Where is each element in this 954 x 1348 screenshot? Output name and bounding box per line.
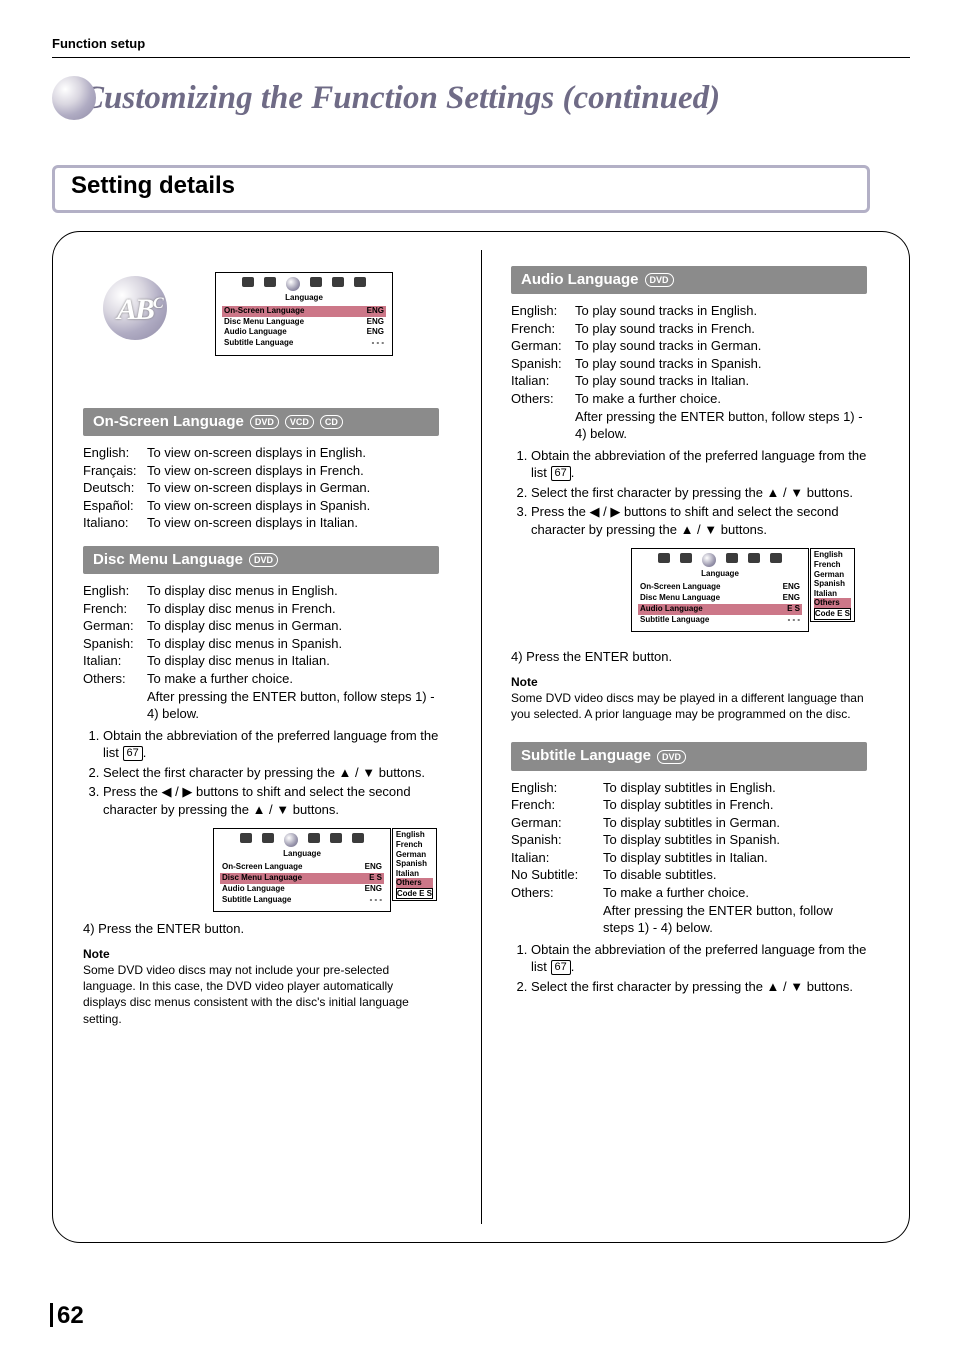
- intro-row: ABC Language On-Screen Language: [83, 252, 439, 368]
- mini-row: Subtitle Language- - -: [222, 338, 386, 349]
- menu-icon: [332, 277, 344, 287]
- page: Function setup Customizing the Function …: [0, 0, 954, 1348]
- audio-language-heading: Audio Language DVD: [511, 266, 867, 294]
- setting-details-box: Setting details: [52, 165, 870, 213]
- page-title-wrap: Customizing the Function Settings (conti…: [52, 76, 910, 117]
- disc-step4: 4) Press the ENTER button.: [83, 920, 439, 938]
- subtitle-steps: Obtain the abbreviation of the preferred…: [511, 941, 867, 996]
- mini-row: Disc Menu LanguageENG: [222, 317, 386, 328]
- vcd-tag-icon: VCD: [285, 415, 314, 429]
- cd-tag-icon: CD: [320, 415, 343, 429]
- section-kicker: Function setup: [52, 36, 910, 51]
- dvd-tag-icon: DVD: [645, 273, 674, 287]
- on-screen-language-list: English:To view on-screen displays in En…: [83, 444, 439, 532]
- menu-icon-selected: [286, 277, 300, 291]
- disc-menu-steps: Obtain the abbreviation of the preferred…: [83, 727, 439, 819]
- heading-text: On-Screen Language: [93, 412, 244, 432]
- mini-screen-disc: Language On-Screen LanguageENG Disc Menu…: [213, 828, 391, 912]
- disc-menu-language-list: English:To display disc menus in English…: [83, 582, 439, 722]
- abc-logo-icon: ABC: [103, 268, 175, 340]
- mini-screen-initial: Language On-Screen LanguageENG Disc Menu…: [215, 272, 393, 356]
- page-reference: 67: [551, 466, 571, 481]
- content-columns: ABC Language On-Screen Language: [52, 231, 910, 1243]
- audio-language-list: English:To play sound tracks in English.…: [511, 302, 867, 442]
- note-label: Note: [83, 946, 439, 962]
- divider: [52, 57, 910, 58]
- audio-step4: 4) Press the ENTER button.: [511, 648, 867, 666]
- on-screen-language-heading: On-Screen Language DVD VCD CD: [83, 408, 439, 436]
- language-popup: English French German Spanish Italian Ot…: [810, 548, 855, 621]
- language-popup: English French German Spanish Italian Ot…: [392, 828, 437, 901]
- mini-row: Audio LanguageENG: [222, 327, 386, 338]
- disc-menu-language-heading: Disc Menu Language DVD: [83, 546, 439, 574]
- audio-note: Some DVD video discs may be played in a …: [511, 690, 867, 722]
- audio-steps: Obtain the abbreviation of the preferred…: [511, 447, 867, 539]
- menu-icon: [310, 277, 322, 287]
- subtitle-language-heading: Subtitle Language DVD: [511, 742, 867, 770]
- menu-icon: [264, 277, 276, 287]
- page-number: 62: [50, 1302, 84, 1330]
- left-column: ABC Language On-Screen Language: [53, 252, 457, 1222]
- page-number-bar-icon: [50, 1303, 53, 1327]
- menu-icon: [242, 277, 254, 287]
- dvd-tag-icon: DVD: [249, 553, 278, 567]
- setting-details-heading: Setting details: [71, 172, 851, 200]
- heading-text: Subtitle Language: [521, 746, 651, 766]
- heading-text: Audio Language: [521, 270, 639, 290]
- subtitle-language-list: English:To display subtitles in English.…: [511, 779, 867, 937]
- dvd-tag-icon: DVD: [657, 750, 686, 764]
- right-column: Audio Language DVD English:To play sound…: [481, 252, 885, 1222]
- heading-text: Disc Menu Language: [93, 550, 243, 570]
- page-reference: 67: [123, 746, 143, 761]
- mini-screen-audio: Language On-Screen LanguageENG Disc Menu…: [631, 548, 809, 632]
- menu-icon: [354, 277, 366, 287]
- title-orb-icon: [52, 76, 96, 120]
- mini-title: Language: [222, 293, 386, 304]
- page-reference: 67: [551, 960, 571, 975]
- mini-row: On-Screen LanguageENG: [222, 306, 386, 317]
- note-label: Note: [511, 674, 867, 690]
- dvd-tag-icon: DVD: [250, 415, 279, 429]
- page-title: Customizing the Function Settings (conti…: [52, 76, 910, 117]
- disc-note: Some DVD video discs may not include you…: [83, 962, 439, 1027]
